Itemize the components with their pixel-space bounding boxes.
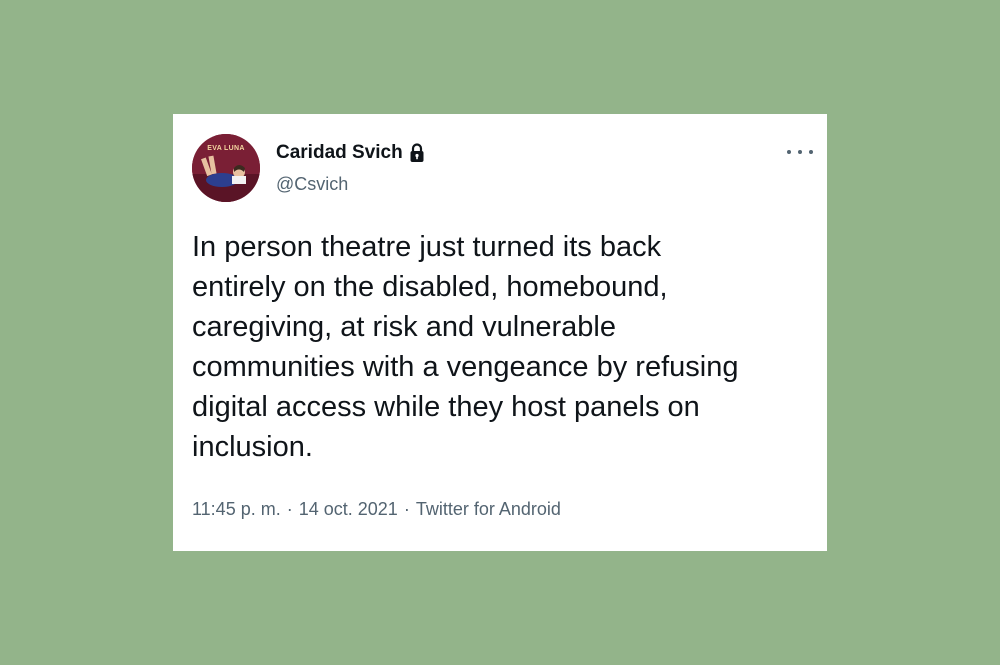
avatar-title-text: EVA LUNA [207,145,245,152]
meta-separator: · [286,499,293,519]
tweet-text: In person theatre just turned its back e… [192,231,739,463]
tweet-time[interactable]: 11:45 p. m. [192,499,281,520]
tweet-date[interactable]: 14 oct. 2021 [299,499,398,520]
meta-separator: · [403,499,410,519]
tweet-source[interactable]: Twitter for Android [416,499,561,520]
author-name-row: Caridad Svich [276,142,425,164]
more-options-icon[interactable] [787,142,813,162]
tweet-meta: 11:45 p. m. · 14 oct. 2021 · Twitter for… [192,499,561,520]
lock-icon [409,143,425,163]
more-dot [798,150,802,154]
avatar[interactable]: EVA LUNA [192,134,260,202]
author-display-name[interactable]: Caridad Svich [276,142,403,164]
author-handle[interactable]: @Csvich [276,174,348,195]
more-dot [809,150,813,154]
tweet-card: EVA LUNA Caridad Svich @Csvich In person… [173,114,827,551]
more-dot [787,150,791,154]
